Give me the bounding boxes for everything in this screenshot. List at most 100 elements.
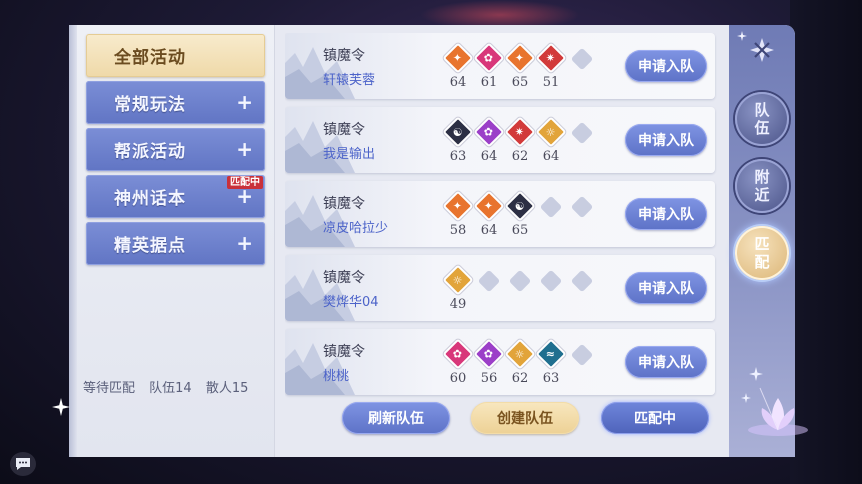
member-slot[interactable]: ☼ 49 bbox=[442, 264, 474, 312]
member-level: 62 bbox=[511, 149, 529, 164]
member-slot[interactable]: ✦ 65 bbox=[504, 42, 536, 90]
empty-slot bbox=[569, 343, 595, 367]
sun-emblem-icon: ☼ bbox=[442, 264, 474, 296]
lotus-emblem-icon: ✿ bbox=[442, 338, 474, 370]
solo-count: 散人15 bbox=[205, 381, 249, 396]
category-label: 神州话本 bbox=[114, 189, 186, 209]
empty-diamond-icon bbox=[539, 195, 563, 219]
flame-emblem-icon: ✦ bbox=[504, 42, 536, 74]
mountain-decoration bbox=[285, 121, 355, 173]
activity-name: 镇魔令 bbox=[323, 270, 365, 286]
join-team-button[interactable]: 申请入队 bbox=[625, 198, 707, 230]
empty-slot bbox=[476, 269, 502, 293]
member-slot[interactable]: ☯ 65 bbox=[504, 190, 536, 238]
lotus-emblem-icon: ✿ bbox=[473, 338, 505, 370]
tab-nearby[interactable]: 附近 bbox=[735, 159, 789, 213]
leader-name[interactable]: 我是输出 bbox=[323, 143, 375, 162]
member-slot[interactable]: ✦ 64 bbox=[473, 190, 505, 238]
activity-name: 镇魔令 bbox=[323, 48, 365, 64]
matching-badge: 匹配中 bbox=[227, 176, 263, 189]
team-row: 镇魔令樊烨华04 ☼ 49 申请入队 bbox=[285, 255, 715, 321]
member-level: 51 bbox=[542, 75, 560, 90]
flame-emblem-icon: ✦ bbox=[442, 190, 474, 222]
sparkle-icon bbox=[52, 398, 70, 416]
matching-button[interactable]: 匹配中 bbox=[601, 402, 709, 434]
empty-diamond-icon bbox=[570, 195, 594, 219]
lotus-decoration bbox=[748, 387, 808, 436]
cat-story[interactable]: 神州话本 + 匹配中 bbox=[86, 175, 265, 218]
member-level: 65 bbox=[511, 223, 529, 238]
mountain-decoration bbox=[285, 195, 355, 247]
member-slot[interactable]: ✿ 60 bbox=[442, 338, 474, 386]
join-team-button[interactable]: 申请入队 bbox=[625, 124, 707, 156]
mountain-decoration bbox=[285, 47, 355, 99]
join-team-button[interactable]: 申请入队 bbox=[625, 50, 707, 82]
member-slot[interactable]: ✿ 56 bbox=[473, 338, 505, 386]
team-row: 镇魔令 我是输出 ☯ 63 ✿ 64 ✷ 62 ☼ 64 申请入队 bbox=[285, 107, 715, 173]
member-slot[interactable]: ✿ 64 bbox=[473, 116, 505, 164]
empty-slot bbox=[569, 195, 595, 219]
empty-diamond-icon bbox=[570, 343, 594, 367]
team-list[interactable]: 镇魔令 轩辕芙蓉 ✦ 64 ✿ 61 ✦ 65 ✷ 51 申请入队 镇魔令 我是输出 ☯ 63 ✿ 64 ✷ 62 ☼… bbox=[285, 33, 717, 399]
activity-name: 镇魔令 bbox=[323, 122, 365, 138]
member-level: 63 bbox=[542, 371, 560, 386]
member-slot[interactable]: ☼ 64 bbox=[535, 116, 567, 164]
empty-diamond-icon bbox=[570, 269, 594, 293]
member-slot[interactable]: ✦ 58 bbox=[442, 190, 474, 238]
plus-icon[interactable]: + bbox=[236, 186, 253, 206]
match-stats: 等待匹配 队伍14 散人15 bbox=[83, 377, 258, 396]
wave-emblem-icon: ≈ bbox=[535, 338, 567, 370]
join-team-button[interactable]: 申请入队 bbox=[625, 272, 707, 304]
member-level: 63 bbox=[449, 149, 467, 164]
cat-elite[interactable]: 精英据点 + bbox=[86, 222, 265, 265]
activity-name: 镇魔令 bbox=[323, 196, 365, 212]
sun-emblem-icon: ☼ bbox=[535, 116, 567, 148]
tab-team[interactable]: 队伍 bbox=[735, 92, 789, 146]
plus-icon[interactable]: + bbox=[236, 233, 253, 253]
flame-emblem-icon: ✦ bbox=[473, 190, 505, 222]
member-slot[interactable]: ✿ 61 bbox=[473, 42, 505, 90]
member-level: 64 bbox=[480, 149, 498, 164]
mountain-decoration bbox=[285, 343, 355, 395]
close-icon[interactable] bbox=[747, 35, 777, 65]
refresh-teams-button[interactable]: 刷新队伍 bbox=[342, 402, 450, 434]
sidebar-edge bbox=[69, 25, 77, 457]
cat-regular[interactable]: 常规玩法 + bbox=[86, 81, 265, 124]
create-team-button[interactable]: 创建队伍 bbox=[471, 402, 579, 434]
member-slot[interactable]: ☼ 62 bbox=[504, 338, 536, 386]
empty-slot bbox=[569, 47, 595, 71]
star-emblem-icon: ✷ bbox=[535, 42, 567, 74]
member-slot[interactable]: ✦ 64 bbox=[442, 42, 474, 90]
team-count: 队伍14 bbox=[149, 381, 192, 396]
leader-name[interactable]: 樊烨华04 bbox=[323, 291, 379, 310]
leader-name[interactable]: 轩辕芙蓉 bbox=[323, 69, 375, 88]
category-label: 精英据点 bbox=[114, 236, 186, 256]
lotus-emblem-icon: ✿ bbox=[473, 116, 505, 148]
member-slot[interactable]: ✷ 62 bbox=[504, 116, 536, 164]
member-level: 64 bbox=[480, 223, 498, 238]
plus-icon[interactable]: + bbox=[236, 139, 253, 159]
leader-name[interactable]: 凉皮哈拉少 bbox=[323, 217, 388, 236]
cat-guild[interactable]: 帮派活动 + bbox=[86, 128, 265, 171]
yinyang-emblem-icon: ☯ bbox=[504, 190, 536, 222]
empty-slot bbox=[507, 269, 533, 293]
category-label: 全部活动 bbox=[114, 48, 186, 68]
empty-diamond-icon bbox=[508, 269, 532, 293]
cat-all-activities[interactable]: 全部活动 bbox=[86, 34, 265, 77]
yinyang-emblem-icon: ☯ bbox=[442, 116, 474, 148]
sparkle-icon bbox=[749, 367, 763, 381]
team-match-panel: 全部活动 常规玩法 + 帮派活动 + 神州话本 + 匹配中 精英据点 + 等待匹配 队伍14 散人… bbox=[69, 25, 795, 457]
waiting-label: 等待匹配 bbox=[83, 381, 136, 396]
join-team-button[interactable]: 申请入队 bbox=[625, 346, 707, 378]
empty-slot bbox=[538, 269, 564, 293]
flame-emblem-icon: ✦ bbox=[442, 42, 474, 74]
chat-bubble-icon[interactable] bbox=[10, 452, 36, 476]
leader-name[interactable]: 桃桃 bbox=[323, 365, 349, 384]
member-slot[interactable]: ✷ 51 bbox=[535, 42, 567, 90]
member-slot[interactable]: ☯ 63 bbox=[442, 116, 474, 164]
empty-slot bbox=[538, 195, 564, 219]
activity-sidebar: 全部活动 常规玩法 + 帮派活动 + 神州话本 + 匹配中 精英据点 + 等待匹配 队伍14 散人… bbox=[69, 25, 275, 457]
member-slot[interactable]: ≈63 bbox=[535, 338, 567, 386]
plus-icon[interactable]: + bbox=[236, 92, 253, 112]
tab-match[interactable]: 匹配 bbox=[735, 226, 789, 280]
